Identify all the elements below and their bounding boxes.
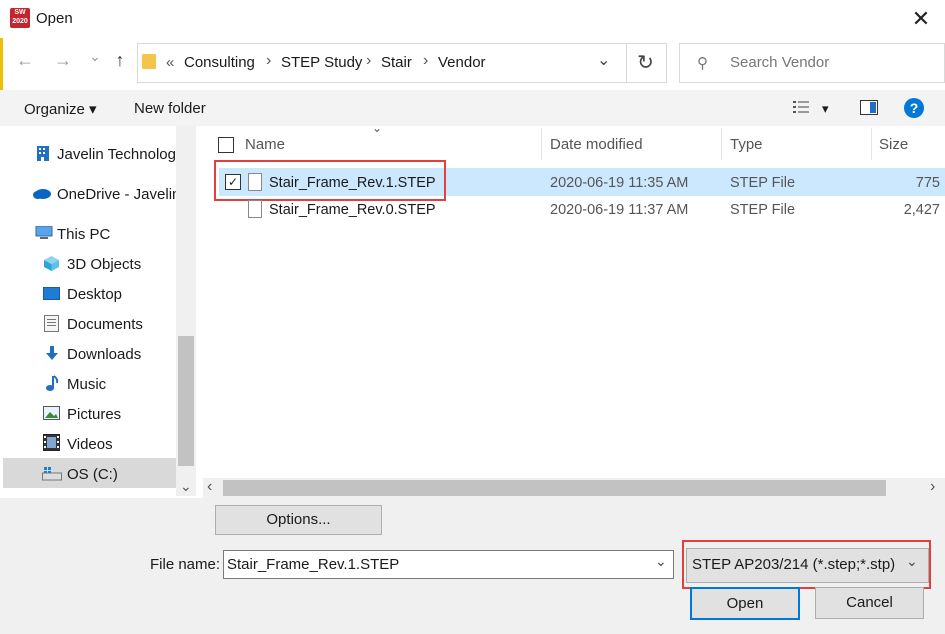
view-options-icon[interactable]: [793, 100, 809, 114]
view-dropdown-icon[interactable]: ▾: [822, 101, 829, 117]
address-dropdown-icon[interactable]: ⌄: [597, 50, 610, 70]
scroll-right-icon[interactable]: ›: [930, 478, 935, 496]
cloud-icon: [32, 186, 52, 199]
close-icon[interactable]: ✕: [906, 4, 936, 34]
breadcrumb-separator[interactable]: ›: [266, 52, 271, 70]
sidebar-item-javelin[interactable]: Javelin Technologi: [57, 146, 176, 163]
downloads-icon: [44, 345, 60, 362]
file-name-value: Stair_Frame_Rev.1.STEP: [227, 556, 400, 573]
file-name-label: File name:: [150, 556, 221, 573]
sidebar-item-downloads[interactable]: Downloads: [67, 346, 141, 363]
breadcrumb-overflow[interactable]: «: [166, 54, 174, 71]
sidebar-item-documents[interactable]: Documents: [67, 316, 143, 333]
refresh-button[interactable]: ↻: [625, 43, 667, 83]
file-type: STEP File: [730, 202, 796, 218]
desktop-icon: [43, 287, 60, 300]
sidebar-item-music[interactable]: Music: [67, 376, 106, 393]
cancel-button[interactable]: Cancel: [815, 587, 924, 619]
background-window-edge: [0, 38, 3, 98]
column-divider[interactable]: [871, 128, 872, 160]
nav-scroll-down-icon[interactable]: ⌄: [180, 478, 192, 495]
file-icon: [248, 200, 262, 218]
organize-button[interactable]: Organize ▾: [24, 100, 97, 118]
sidebar-item-onedrive[interactable]: OneDrive - Javelin: [57, 186, 176, 203]
column-header-date[interactable]: Date modified: [550, 136, 643, 153]
up-button[interactable]: ↑: [109, 50, 131, 71]
videos-icon: [43, 434, 60, 451]
file-size: 775: [915, 175, 940, 191]
breadcrumb-vendor[interactable]: Vendor: [438, 54, 486, 71]
nav-scrollbar-thumb[interactable]: [178, 336, 194, 466]
highlight-box: [682, 540, 931, 589]
sort-indicator-icon: ⌄: [372, 121, 383, 135]
help-icon[interactable]: ?: [904, 98, 924, 118]
column-header-type[interactable]: Type: [730, 136, 763, 153]
music-icon: [45, 375, 59, 392]
horizontal-scrollbar-thumb[interactable]: [223, 480, 886, 496]
documents-icon: [44, 315, 59, 332]
file-date: 2020-06-19 11:35 AM: [550, 175, 689, 191]
breadcrumb-stair[interactable]: Stair: [381, 54, 412, 71]
scroll-left-icon[interactable]: ‹: [207, 478, 212, 496]
file-type: STEP File: [730, 175, 796, 191]
title-bar: [0, 0, 945, 38]
building-icon: [36, 145, 50, 161]
highlight-box: [214, 160, 446, 201]
file-name[interactable]: Stair_Frame_Rev.0.STEP: [269, 202, 436, 218]
open-button[interactable]: Open: [690, 587, 800, 620]
breadcrumb-separator[interactable]: ›: [366, 52, 371, 70]
file-size: 2,427: [903, 202, 940, 218]
sidebar-item-os-c[interactable]: OS (C:): [67, 466, 118, 483]
sidebar-item-this-pc[interactable]: This PC: [57, 226, 110, 243]
pictures-icon: [43, 406, 60, 420]
window-title: Open: [36, 10, 73, 27]
sidebar-item-3d-objects[interactable]: 3D Objects: [67, 256, 141, 273]
app-icon: SW 2020: [10, 8, 30, 28]
preview-pane-icon[interactable]: [860, 100, 878, 115]
column-divider[interactable]: [721, 128, 722, 160]
breadcrumb-consulting[interactable]: Consulting: [184, 54, 255, 71]
column-divider[interactable]: [541, 128, 542, 160]
cube-icon: [43, 255, 60, 272]
sidebar-item-videos[interactable]: Videos: [67, 436, 113, 453]
search-placeholder: Search Vendor: [730, 54, 830, 71]
file-date: 2020-06-19 11:37 AM: [550, 202, 689, 218]
pc-icon: [35, 225, 53, 240]
recent-locations-button[interactable]: ⌄: [84, 48, 106, 65]
select-all-checkbox[interactable]: [218, 137, 234, 153]
drive-icon: [42, 466, 62, 481]
sidebar-item-pictures[interactable]: Pictures: [67, 406, 121, 423]
column-header-name[interactable]: Name: [245, 136, 285, 153]
column-header-size[interactable]: Size: [879, 136, 908, 153]
new-folder-button[interactable]: New folder: [134, 100, 206, 117]
forward-button[interactable]: →: [52, 50, 74, 71]
options-button[interactable]: Options...: [215, 505, 382, 535]
back-button[interactable]: ←: [14, 50, 36, 71]
breadcrumb-separator[interactable]: ›: [423, 52, 428, 70]
sidebar-item-desktop[interactable]: Desktop: [67, 286, 122, 303]
file-name-dropdown-icon[interactable]: ⌄: [655, 553, 667, 570]
breadcrumb-step-study[interactable]: STEP Study: [281, 54, 362, 71]
folder-icon: [142, 54, 156, 69]
search-icon: ⚲: [697, 55, 708, 72]
